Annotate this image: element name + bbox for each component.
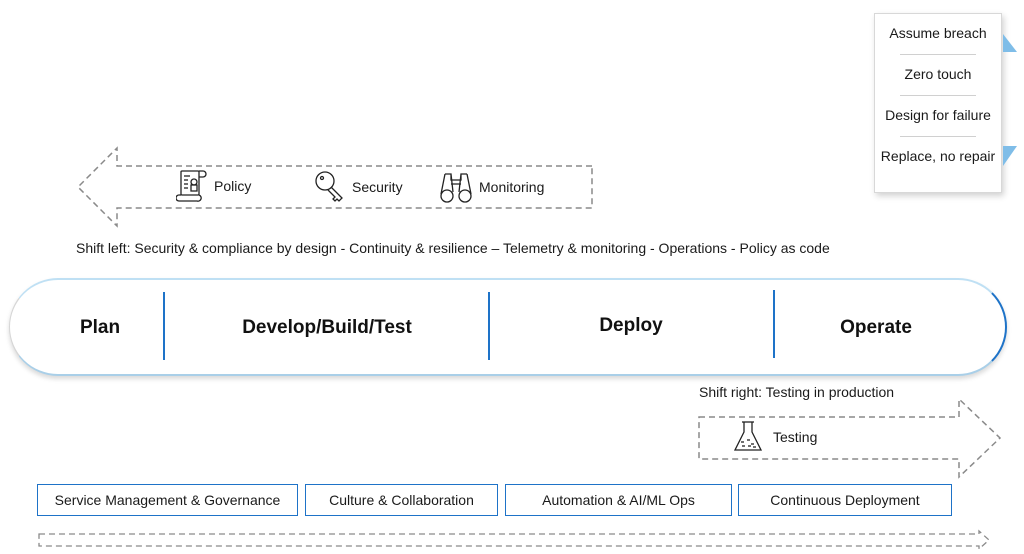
- tool-label: Testing: [773, 429, 818, 445]
- binoculars-icon: [439, 170, 473, 204]
- pillar-continuous-deployment: Continuous Deployment: [738, 484, 952, 516]
- stage-divider: [773, 290, 775, 358]
- pillar-automation-aiml-ops: Automation & AI/ML Ops: [505, 484, 732, 516]
- principle-item: Replace, no repair: [880, 148, 996, 164]
- principle-divider: [900, 136, 976, 137]
- pillar-service-management: Service Management & Governance: [37, 484, 298, 516]
- tool-label: Monitoring: [479, 179, 545, 195]
- tool-policy: Policy: [176, 169, 251, 203]
- blue-triangle-decoration: [1003, 146, 1017, 166]
- key-icon: [314, 170, 346, 204]
- blue-triangle-decoration: [1003, 34, 1017, 52]
- tool-testing: Testing: [733, 420, 817, 454]
- bottom-flow-arrow: [38, 529, 990, 551]
- stage-operate: Operate: [840, 317, 912, 338]
- principle-item: Assume breach: [889, 25, 987, 41]
- principles-card: Assume breach Zero touch Design for fail…: [874, 13, 1002, 193]
- principle-divider: [900, 54, 976, 55]
- devops-pipeline: Plan Develop/Build/Test Deploy Operate: [9, 278, 1007, 376]
- pillar-culture-collaboration: Culture & Collaboration: [305, 484, 498, 516]
- policy-scroll-icon: [176, 169, 208, 203]
- tool-security: Security: [314, 170, 403, 204]
- shift-left-caption: Shift left: Security & compliance by des…: [76, 240, 830, 256]
- tool-label: Security: [352, 179, 403, 195]
- stage-plan: Plan: [79, 317, 121, 338]
- stage-divider: [163, 292, 165, 360]
- tool-monitoring: Monitoring: [439, 170, 544, 204]
- principle-item: Design for failure: [885, 107, 991, 123]
- flask-icon: [733, 420, 763, 454]
- tool-label: Policy: [214, 178, 252, 194]
- stage-develop-build-test: Develop/Build/Test: [242, 317, 412, 338]
- stage-deploy: Deploy: [599, 315, 663, 336]
- principle-item: Zero touch: [904, 66, 972, 82]
- principle-divider: [900, 95, 976, 96]
